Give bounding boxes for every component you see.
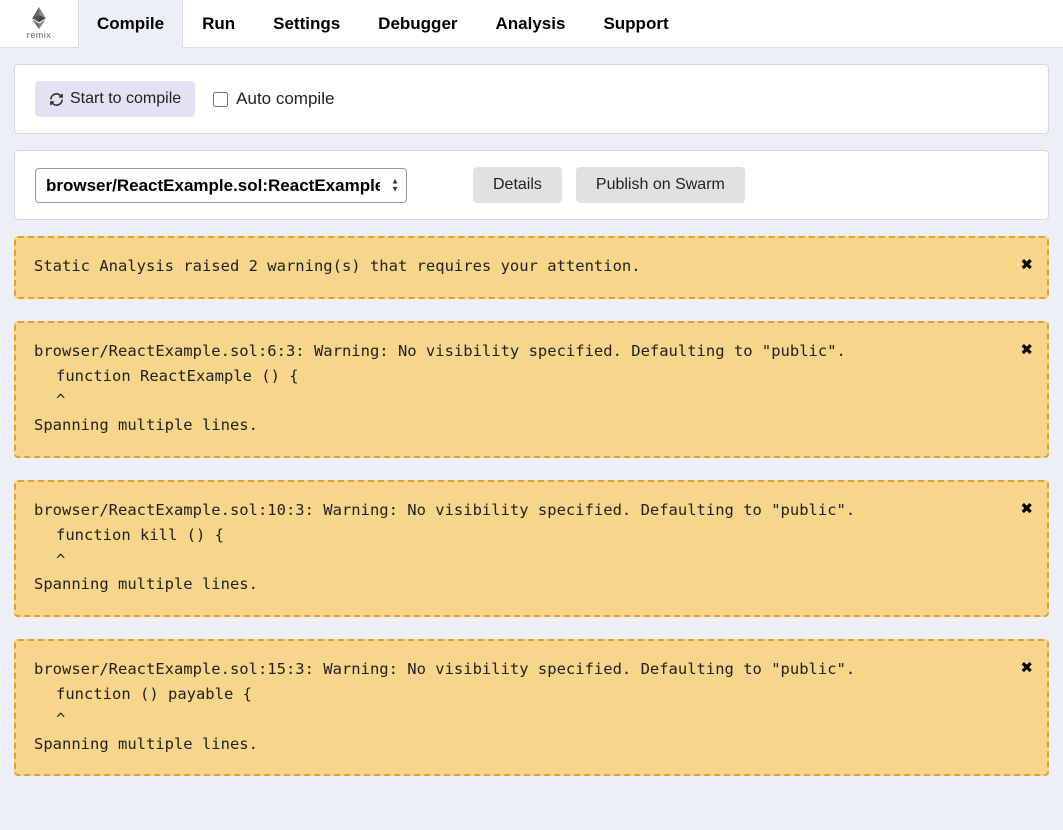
- tab-support[interactable]: Support: [584, 0, 687, 48]
- close-icon[interactable]: ✖: [1021, 333, 1033, 365]
- close-icon[interactable]: ✖: [1021, 492, 1033, 524]
- details-button[interactable]: Details: [473, 167, 562, 203]
- ethereum-icon: [30, 7, 48, 29]
- warning-item: ✖ browser/ReactExample.sol:15:3: Warning…: [14, 639, 1049, 776]
- close-icon[interactable]: ✖: [1021, 651, 1033, 683]
- contract-panel: browser/ReactExample.sol:ReactExample ▲▼…: [14, 150, 1049, 220]
- warning-header: browser/ReactExample.sol:6:3: Warning: N…: [34, 339, 1029, 364]
- contract-select-wrap: browser/ReactExample.sol:ReactExample ▲▼: [35, 168, 407, 203]
- tab-compile[interactable]: Compile: [78, 0, 183, 48]
- tab-analysis[interactable]: Analysis: [477, 0, 585, 48]
- warning-code: function ReactExample () {: [34, 364, 1029, 389]
- auto-compile-checkbox[interactable]: [213, 92, 228, 107]
- warning-item: ✖ browser/ReactExample.sol:6:3: Warning:…: [14, 321, 1049, 458]
- warning-text: Static Analysis raised 2 warning(s) that…: [34, 254, 1029, 279]
- auto-compile-label: Auto compile: [236, 89, 334, 109]
- tab-debugger[interactable]: Debugger: [359, 0, 476, 48]
- auto-compile-toggle[interactable]: Auto compile: [213, 89, 334, 109]
- warning-code: function kill () {: [34, 523, 1029, 548]
- warning-caret: ^: [34, 548, 1029, 573]
- refresh-icon: [49, 92, 64, 107]
- compile-panel: Start to compile Auto compile: [14, 64, 1049, 134]
- warning-footer: Spanning multiple lines.: [34, 572, 1029, 597]
- logo-text: remix: [27, 30, 52, 40]
- publish-swarm-button[interactable]: Publish on Swarm: [576, 167, 745, 203]
- start-compile-button[interactable]: Start to compile: [35, 81, 195, 117]
- close-icon[interactable]: ✖: [1021, 248, 1033, 280]
- start-compile-label: Start to compile: [70, 90, 181, 108]
- warning-footer: Spanning multiple lines.: [34, 732, 1029, 757]
- warning-caret: ^: [34, 388, 1029, 413]
- warning-header: browser/ReactExample.sol:15:3: Warning: …: [34, 657, 1029, 682]
- warning-header: browser/ReactExample.sol:10:3: Warning: …: [34, 498, 1029, 523]
- tab-run[interactable]: Run: [183, 0, 254, 48]
- tab-bar: remix Compile Run Settings Debugger Anal…: [0, 0, 1063, 48]
- warning-summary: ✖ Static Analysis raised 2 warning(s) th…: [14, 236, 1049, 299]
- warning-code: function () payable {: [34, 682, 1029, 707]
- warning-item: ✖ browser/ReactExample.sol:10:3: Warning…: [14, 480, 1049, 617]
- contract-select[interactable]: browser/ReactExample.sol:ReactExample: [35, 168, 407, 203]
- remix-logo: remix: [0, 7, 78, 40]
- tab-settings[interactable]: Settings: [254, 0, 359, 48]
- warning-footer: Spanning multiple lines.: [34, 413, 1029, 438]
- warning-caret: ^: [34, 707, 1029, 732]
